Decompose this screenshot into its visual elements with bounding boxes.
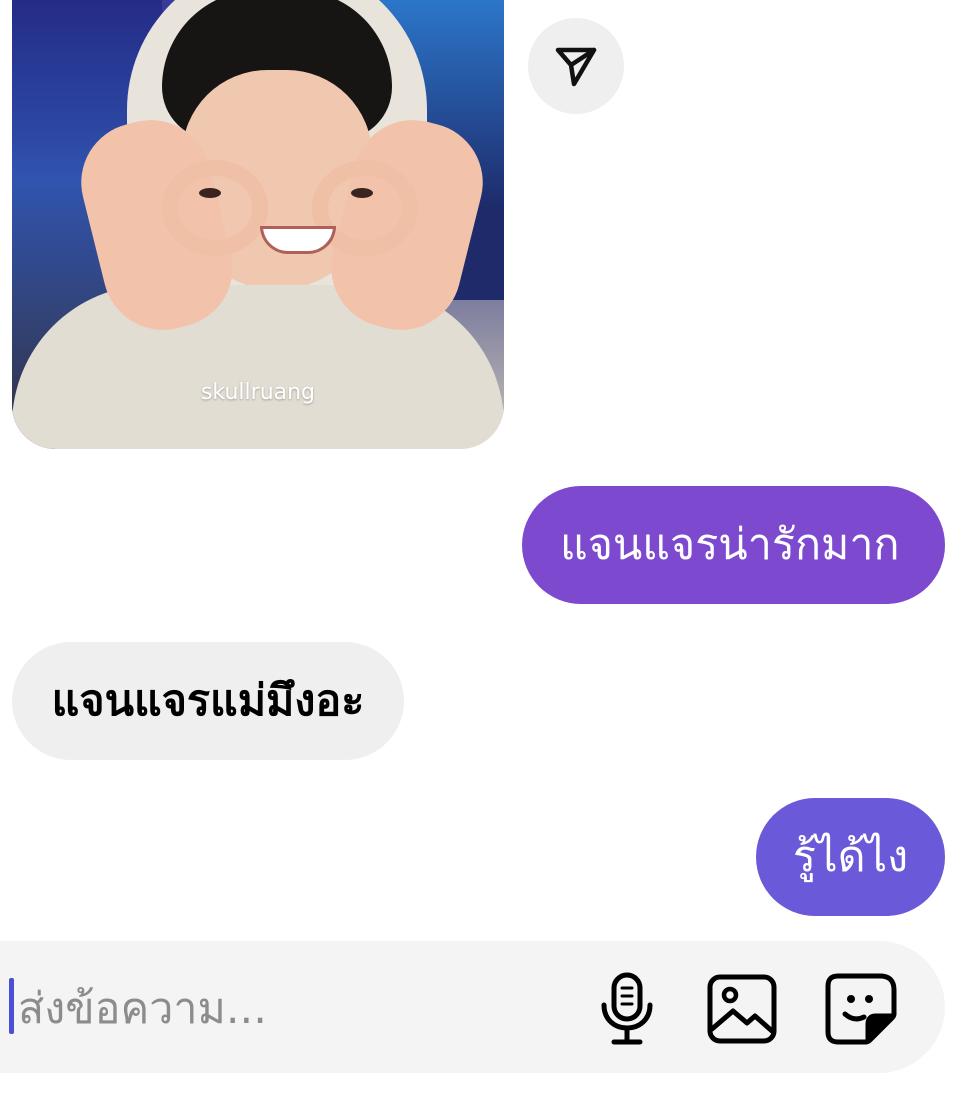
share-button[interactable]: [528, 18, 624, 114]
gallery-button[interactable]: [699, 966, 785, 1052]
photo-gallery-icon: [707, 974, 777, 1044]
message-text: แจนแจรน่ารักมาก: [560, 519, 900, 570]
photo-eye: [199, 188, 221, 198]
received-message-bubble[interactable]: แจนแจรแม่มึงอะ: [12, 642, 404, 760]
message-text: แจนแจรแม่มึงอะ: [51, 675, 365, 726]
sent-message-bubble[interactable]: รู้ได้ไง: [756, 798, 945, 916]
text-cursor: [9, 978, 14, 1034]
shared-photo-message[interactable]: skullruang: [12, 0, 504, 449]
paper-plane-icon: [555, 47, 597, 87]
sent-message-bubble[interactable]: แจนแจรน่ารักมาก: [522, 486, 945, 604]
sticker-button[interactable]: [818, 966, 904, 1052]
photo-eye: [351, 188, 373, 198]
message-input[interactable]: [16, 960, 580, 1057]
photo-watermark: skullruang: [200, 380, 316, 405]
photo-ok-sign: [162, 160, 268, 256]
sticker-icon: [825, 973, 897, 1045]
voice-message-button[interactable]: [584, 966, 670, 1052]
message-text: รู้ได้ไง: [792, 831, 909, 882]
microphone-icon: [601, 972, 653, 1045]
